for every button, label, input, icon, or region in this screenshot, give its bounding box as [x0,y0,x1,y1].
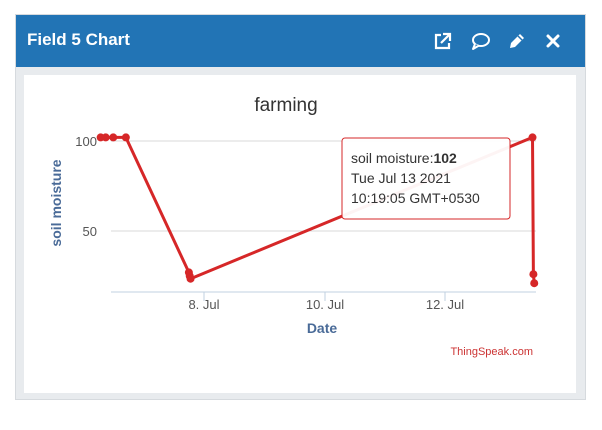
chart-widget: Field 5 Chart farming 100 50 8. Jul 10. … [15,14,586,400]
external-link-icon[interactable] [432,30,454,52]
data-point[interactable] [530,279,539,288]
y-tick-label-50: 50 [83,224,97,239]
svg-text:soil moisture:102: soil moisture:102 [351,150,457,166]
chart-panel: farming 100 50 8. Jul 10. Jul 12. Jul Da… [24,75,576,393]
credit-link[interactable]: ThingSpeak.com [450,346,533,358]
x-tick-label-12jul: 12. Jul [426,297,464,312]
x-axis-label: Date [307,320,338,336]
close-icon[interactable] [542,30,564,52]
line-chart: farming 100 50 8. Jul 10. Jul 12. Jul Da… [48,95,539,358]
data-point[interactable] [528,133,537,142]
widget-header: Field 5 Chart [16,15,585,67]
data-point[interactable] [121,133,130,142]
data-point[interactable] [186,274,195,283]
comment-icon[interactable] [470,30,492,52]
chart-title: farming [254,95,317,116]
tooltip: soil moisture:102 Tue Jul 13 2021 10:19:… [341,137,511,220]
tooltip-time: 10:19:05 GMT+0530 [351,190,480,206]
data-point[interactable] [529,270,538,279]
pencil-icon[interactable] [506,30,528,52]
widget-title: Field 5 Chart [27,30,130,49]
x-tick-label-8jul: 8. Jul [188,297,219,312]
y-axis-label: soil moisture [48,159,64,246]
x-tick-label-10jul: 10. Jul [306,297,344,312]
tooltip-series-label: soil moisture: [351,150,433,166]
y-tick-label-100: 100 [75,134,97,149]
tooltip-date: Tue Jul 13 2021 [351,170,451,186]
tooltip-value: 102 [433,150,457,166]
data-point[interactable] [109,133,118,142]
data-point[interactable] [101,133,110,142]
